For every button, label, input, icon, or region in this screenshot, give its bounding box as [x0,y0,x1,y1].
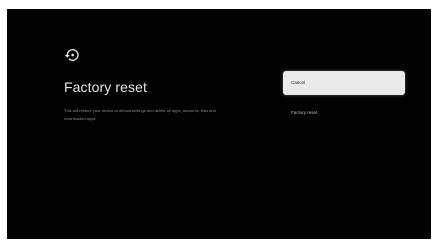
reset-history-icon [64,49,79,61]
option-list: Cancel Factory reset [283,71,405,125]
page-title: Factory reset [64,79,147,95]
cancel-button[interactable]: Cancel [283,71,405,95]
cancel-button-label: Cancel [291,80,306,85]
factory-reset-button-label: Factory reset [291,110,318,115]
factory-reset-button[interactable]: Factory reset [283,101,405,125]
tv-screen: Factory reset This will restore your dev… [7,9,431,239]
reset-description: This will restore your device to default… [64,108,216,121]
